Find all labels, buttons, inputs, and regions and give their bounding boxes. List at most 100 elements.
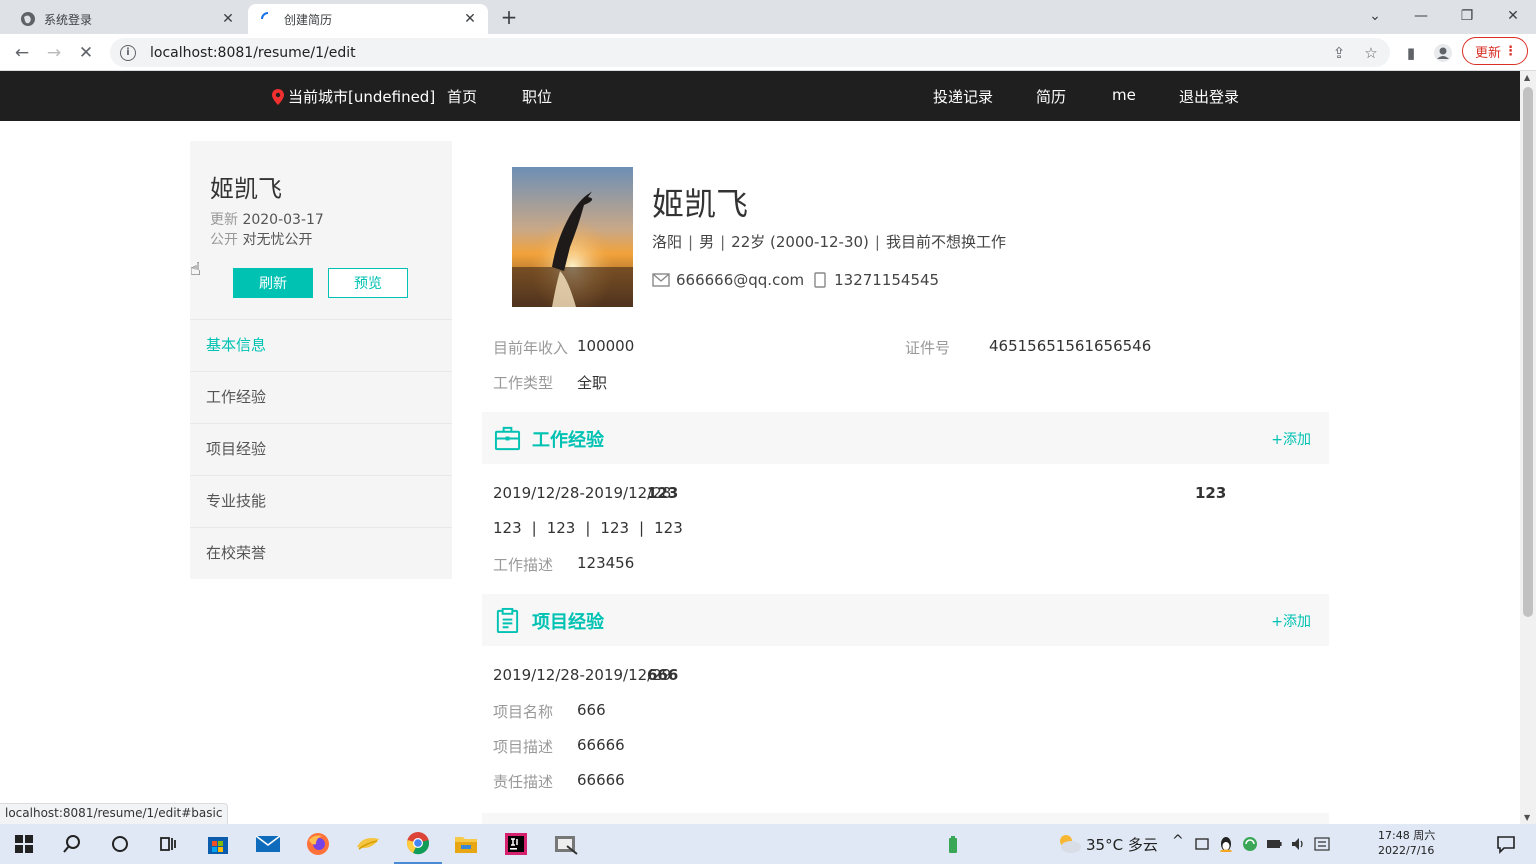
sidebar-item-basic-info[interactable]: 基本信息 (190, 319, 452, 371)
public-value: 对无忧公开 (242, 232, 313, 248)
project-add-button[interactable]: +添加 (1271, 611, 1311, 631)
profile-name: 姬凯飞 (652, 185, 749, 223)
resume-sidebar: 姬凯飞 更新 2020-03-17 公开 对无忧公开 刷新 预览 基本信息 工作… (190, 141, 452, 579)
update-button[interactable]: 更新 ⋮ (1462, 37, 1528, 65)
work-detail: 123 (493, 519, 522, 537)
project-section-title: 项目经验 (532, 612, 604, 633)
bookmark-star-icon[interactable]: ☆ (1360, 42, 1382, 64)
profile-age: 22岁 (2000-12-30) (731, 233, 869, 251)
work-add-button[interactable]: +添加 (1271, 429, 1311, 449)
search-icon[interactable] (48, 824, 96, 864)
close-icon[interactable]: ✕ (462, 11, 478, 27)
mail-app-icon[interactable] (244, 824, 292, 864)
scrollbar-thumb[interactable] (1523, 87, 1533, 617)
forward-icon[interactable]: → (41, 40, 67, 66)
nav-link-logout[interactable]: 退出登录 (1179, 86, 1239, 107)
profile-gender: 男 (699, 233, 715, 251)
project-name-label: 项目名称 (493, 703, 554, 721)
windows-taskbar: 35°C 多云 ^ 17:48 周六 2022/7/16 (0, 824, 1536, 864)
refresh-button[interactable]: 刷新 (233, 268, 313, 298)
scroll-up-icon[interactable]: ▲ (1524, 73, 1530, 82)
id-value: 46515651561656546 (989, 337, 1152, 355)
current-city[interactable]: 当前城市[undefined] (272, 86, 435, 107)
loading-spinner-icon (260, 11, 276, 27)
work-desc-value: 123456 (577, 554, 635, 572)
back-icon[interactable]: ← (9, 40, 35, 66)
tab-system-login[interactable]: 系统登录 ✕ (8, 4, 246, 34)
work-desc-label: 工作描述 (493, 556, 554, 574)
phone-icon (814, 272, 826, 288)
nav-link-me[interactable]: me (1112, 86, 1136, 104)
public-label: 公开 (210, 232, 238, 248)
weather-cloud-icon[interactable] (1056, 833, 1082, 859)
address-bar[interactable]: i localhost:8081/resume/1/edit (110, 38, 1390, 67)
new-tab-button[interactable]: + (498, 5, 520, 29)
page-scrollbar[interactable]: ▲ ▼ (1520, 71, 1536, 824)
side-panel-icon[interactable]: ▮ (1400, 42, 1422, 64)
sidebar-item-work-experience[interactable]: 工作经验 (190, 371, 452, 423)
mail-icon (652, 273, 670, 287)
windows-start-icon[interactable] (0, 824, 48, 864)
share-icon[interactable]: ⇪ (1328, 42, 1350, 64)
close-icon[interactable]: ✕ (220, 11, 236, 27)
menu-dots-icon: ⋮ (1504, 43, 1517, 59)
project-period: 2019/12/28-2019/12/29 (493, 666, 672, 684)
volume-icon[interactable] (1290, 836, 1306, 852)
browser-toolbar: ← → ✕ i localhost:8081/resume/1/edit ⇪ ☆… (0, 34, 1536, 71)
intellij-icon[interactable] (492, 824, 540, 864)
jobtype-label: 工作类型 (493, 374, 554, 392)
ime-icon[interactable] (1314, 836, 1330, 852)
site-info-icon[interactable]: i (120, 44, 136, 61)
qq-penguin-icon[interactable] (1218, 836, 1234, 852)
preview-button[interactable]: 预览 (328, 268, 408, 298)
project-name-value: 666 (577, 701, 606, 719)
minimize-icon[interactable]: — (1406, 4, 1436, 28)
tab-title: 创建简历 (284, 12, 333, 27)
location-pin-icon (272, 88, 284, 105)
battery-icon[interactable] (1266, 836, 1282, 852)
sidebar-name: 姬凯飞 (210, 175, 282, 203)
sidebar-item-project-experience[interactable]: 项目经验 (190, 423, 452, 475)
cortana-icon[interactable] (96, 824, 144, 864)
scroll-down-icon[interactable]: ▼ (1524, 813, 1530, 822)
system-clock[interactable]: 17:48 周六 2022/7/16 (1378, 828, 1435, 858)
stop-loading-icon[interactable]: ✕ (73, 40, 99, 66)
project-experience-header: 项目经验 +添加 (482, 594, 1329, 646)
tray-app-icon[interactable] (1194, 836, 1210, 852)
system-tray-icons (1194, 836, 1344, 852)
nav-link-resume[interactable]: 简历 (1036, 86, 1066, 107)
tab-create-resume[interactable]: 创建简历 ✕ (248, 4, 488, 34)
battery-app-icon[interactable] (946, 836, 960, 858)
clock-time: 17:48 周六 (1378, 829, 1436, 842)
sidebar-item-honors[interactable]: 在校荣誉 (190, 527, 452, 579)
task-view-icon[interactable] (144, 824, 192, 864)
store-icon[interactable] (194, 824, 242, 864)
profile-icon[interactable] (1432, 42, 1454, 64)
globe-icon (20, 11, 36, 27)
firefox-icon[interactable] (294, 824, 342, 864)
chrome-icon[interactable] (394, 824, 442, 864)
sidebar-item-skills[interactable]: 专业技能 (190, 475, 452, 527)
weather-text[interactable]: 35°C 多云 (1086, 834, 1158, 855)
tray-chevron-up-icon[interactable]: ^ (1172, 833, 1184, 849)
site-nav-bar: 当前城市[undefined] 首页 职位 投递记录 简历 me 退出登录 (0, 71, 1520, 121)
jobtype-value: 全职 (577, 374, 608, 392)
notification-icon[interactable] (1496, 834, 1516, 858)
tab-search-icon[interactable]: ⌄ (1360, 4, 1390, 28)
window-close-icon[interactable]: ✕ (1498, 4, 1528, 28)
avatar[interactable] (512, 167, 633, 307)
nav-link-applications[interactable]: 投递记录 (933, 86, 993, 107)
restore-icon[interactable]: ❐ (1452, 4, 1482, 28)
profile-summary: 洛阳 | 男 | 22岁 (2000-12-30) | 我目前不想换工作 (652, 233, 1006, 251)
income-label: 目前年收入 (493, 339, 569, 357)
notes-app-icon[interactable] (344, 824, 392, 864)
file-explorer-icon[interactable] (442, 824, 490, 864)
clock-date: 2022/7/16 (1378, 844, 1435, 857)
tray-sync-icon[interactable] (1242, 836, 1258, 852)
next-section-header-edge (482, 813, 1329, 824)
nav-link-home[interactable]: 首页 (447, 86, 477, 107)
work-experience-header: 工作经验 +添加 (482, 412, 1329, 464)
nav-link-jobs[interactable]: 职位 (522, 86, 552, 107)
installer-app-icon[interactable] (542, 824, 590, 864)
work-company: 123 (647, 484, 679, 502)
